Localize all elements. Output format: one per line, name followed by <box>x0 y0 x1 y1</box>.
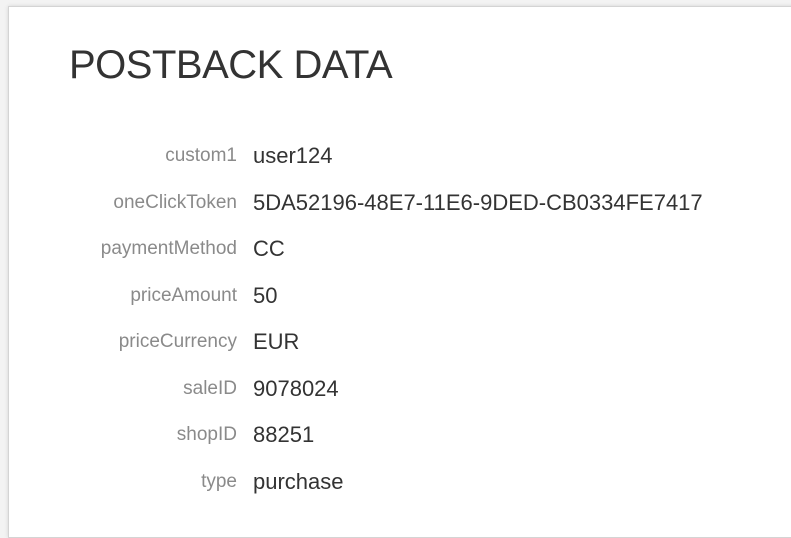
postback-data-panel: POSTBACK DATA custom1 user124 oneClickTo… <box>8 6 791 538</box>
field-value: 5DA52196-48E7-11E6-9DED-CB0334FE7417 <box>253 189 703 215</box>
field-row-type: type purchase <box>9 459 791 506</box>
field-value: CC <box>253 236 285 262</box>
postback-fields-list: custom1 user124 oneClickToken 5DA52196-4… <box>9 133 791 505</box>
field-value: user124 <box>253 143 333 169</box>
section-title: POSTBACK DATA <box>69 43 393 87</box>
field-key: oneClickToken <box>113 191 237 213</box>
field-row-shopid: shopID 88251 <box>9 412 791 459</box>
field-value: purchase <box>253 468 344 494</box>
field-row-pricecurrency: priceCurrency EUR <box>9 319 791 366</box>
field-key: paymentMethod <box>100 238 237 260</box>
field-key: type <box>201 470 237 492</box>
field-value: 50 <box>253 282 278 308</box>
field-value: 9078024 <box>253 375 339 401</box>
field-key: priceAmount <box>130 284 237 306</box>
field-key: saleID <box>183 377 237 399</box>
field-row-priceamount: priceAmount 50 <box>9 273 791 320</box>
field-key: shopID <box>176 424 237 446</box>
field-value: EUR <box>253 329 300 355</box>
field-key: priceCurrency <box>118 331 237 353</box>
field-key: custom1 <box>165 145 237 167</box>
field-row-custom1: custom1 user124 <box>9 133 791 180</box>
field-value: 88251 <box>253 422 315 448</box>
field-row-paymentmethod: paymentMethod CC <box>9 226 791 273</box>
field-row-saleid: saleID 9078024 <box>9 366 791 413</box>
field-row-oneclicktoken: oneClickToken 5DA52196-48E7-11E6-9DED-CB… <box>9 180 791 227</box>
